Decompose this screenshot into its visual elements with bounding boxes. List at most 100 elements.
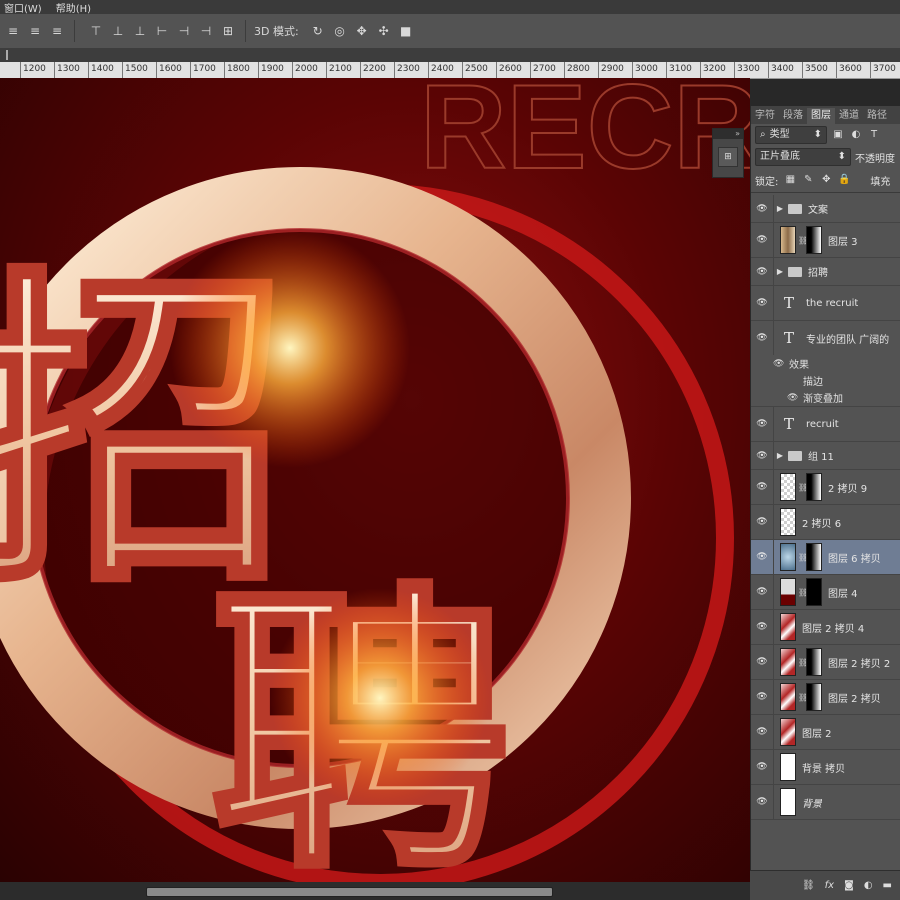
layer-filter-select[interactable]: ⌕ 类型 ⬍ <box>755 126 827 144</box>
eye-icon[interactable]: 👁 <box>751 286 774 320</box>
ruler-tick: 3100 <box>666 62 700 78</box>
lock-brush-icon[interactable]: ✎ <box>802 174 814 186</box>
eye-icon[interactable]: 👁 <box>751 470 774 504</box>
auto-align-icon[interactable]: ⊞ <box>219 22 237 40</box>
link-icon[interactable]: ⛓ <box>798 588 808 597</box>
layer-row[interactable]: 👁 图层 2 拷贝 4 <box>751 610 900 645</box>
tab-layers[interactable]: 图层 <box>807 108 835 124</box>
tab-character[interactable]: 字符 <box>751 108 779 124</box>
3d-orbit-icon[interactable]: ↻ <box>309 22 327 40</box>
eye-icon[interactable]: 👁 <box>751 645 774 679</box>
layer-mask-thumbnail[interactable] <box>806 473 822 501</box>
layer-row[interactable]: 👁 2 拷贝 6 <box>751 505 900 540</box>
layer-row[interactable]: 👁 ⛓ 图层 2 拷贝 <box>751 680 900 715</box>
tab-paths[interactable]: 路径 <box>863 108 891 124</box>
menu-help[interactable]: 帮助(H) <box>56 0 91 15</box>
layer-thumbnail <box>780 226 796 254</box>
eye-icon[interactable]: 👁 <box>751 575 774 609</box>
layer-row[interactable]: 👁 ⛓ 图层 4 <box>751 575 900 610</box>
expand-panels-icon[interactable]: » <box>713 129 743 139</box>
eye-icon[interactable]: 👁 <box>751 223 774 257</box>
link-icon[interactable]: ⛓ <box>798 553 808 562</box>
layer-mask-thumbnail[interactable] <box>806 578 822 606</box>
horizontal-scrollbar[interactable] <box>0 882 750 900</box>
eye-icon[interactable]: 👁 <box>751 442 774 469</box>
layer-row[interactable]: 👁 ⛓ 图层 2 拷贝 2 <box>751 645 900 680</box>
3d-scale-icon[interactable]: ■ <box>397 22 415 40</box>
filter-text-icon[interactable]: T <box>867 128 881 142</box>
document-canvas[interactable]: RECRUIT 招 聘 <box>0 78 750 882</box>
expand-arrow-icon[interactable]: ▶ <box>774 451 786 460</box>
layer-row[interactable]: 👁 ⛓ 2 拷贝 9 <box>751 470 900 505</box>
distribute-vcenter-icon[interactable]: ⊥ <box>109 22 127 40</box>
distribute-bottom-icon[interactable]: ⊥ <box>131 22 149 40</box>
layer-row-text[interactable]: 👁 T 专业的团队 广阔的 <box>751 321 900 355</box>
fx-icon[interactable]: fx <box>825 880 834 891</box>
layer-mask-thumbnail[interactable] <box>806 226 822 254</box>
adjustment-layer-icon[interactable]: ◐ <box>864 880 873 891</box>
layer-mask-thumbnail[interactable] <box>806 648 822 676</box>
effect-gradient-overlay[interactable]: 👁 渐变叠加 <box>751 389 900 407</box>
expand-arrow-icon[interactable]: ▶ <box>774 267 786 276</box>
tab-channels[interactable]: 通道 <box>835 108 863 124</box>
properties-panel-icon[interactable]: ⊞ <box>718 147 738 167</box>
link-layers-icon[interactable]: ⛓ <box>802 880 815 891</box>
eye-icon[interactable]: 👁 <box>751 195 774 222</box>
eye-icon[interactable]: 👁 <box>787 393 803 403</box>
layer-row[interactable]: 👁 ⛓ 图层 3 <box>751 223 900 258</box>
align-center-icon[interactable]: ≡ <box>26 22 44 40</box>
link-icon[interactable]: ⛓ <box>798 693 808 702</box>
distribute-left-icon[interactable]: ⊢ <box>153 22 171 40</box>
layer-group-zhaopin[interactable]: 👁 ▶ 招聘 <box>751 258 900 286</box>
eye-icon[interactable]: 👁 <box>751 750 774 784</box>
distribute-right-icon[interactable]: ⊣ <box>197 22 215 40</box>
eye-icon[interactable]: 👁 <box>751 258 774 285</box>
layer-row[interactable]: 👁 背景 拷贝 <box>751 750 900 785</box>
distribute-hcenter-icon[interactable]: ⊣ <box>175 22 193 40</box>
lock-move-icon[interactable]: ✥ <box>820 174 832 186</box>
filter-pixel-icon[interactable]: ▣ <box>831 128 845 142</box>
collapsed-panel-dock[interactable]: » ⊞ <box>712 128 744 178</box>
align-bottom-icon[interactable]: ≡ <box>48 22 66 40</box>
eye-icon[interactable]: 👁 <box>773 359 789 369</box>
3d-pan-icon[interactable]: ✥ <box>353 22 371 40</box>
layer-row-text[interactable]: 👁 T the recruit <box>751 286 900 321</box>
link-icon[interactable]: ⛓ <box>798 658 808 667</box>
link-icon[interactable]: ⛓ <box>798 236 808 245</box>
eye-icon[interactable]: 👁 <box>751 321 774 355</box>
eye-icon[interactable]: 👁 <box>751 505 774 539</box>
3d-roll-icon[interactable]: ◎ <box>331 22 349 40</box>
eye-icon[interactable]: 👁 <box>751 540 774 574</box>
layer-mask-thumbnail[interactable] <box>806 683 822 711</box>
link-icon[interactable]: ⛓ <box>798 483 808 492</box>
layer-mask-thumbnail[interactable] <box>806 543 822 571</box>
3d-slide-icon[interactable]: ✣ <box>375 22 393 40</box>
layer-row-background[interactable]: 👁 背景 <box>751 785 900 820</box>
lock-transparent-icon[interactable]: ▦ <box>784 174 796 186</box>
3d-mode-label: 3D 模式: <box>254 25 299 38</box>
distribute-top-icon[interactable]: ⊤ <box>87 22 105 40</box>
eye-icon[interactable]: 👁 <box>751 407 774 441</box>
tab-paragraph[interactable]: 段落 <box>779 108 807 124</box>
effect-stroke[interactable]: 描边 <box>751 372 900 389</box>
eye-icon[interactable]: 👁 <box>751 610 774 644</box>
add-mask-icon[interactable]: ◙ <box>844 880 854 891</box>
scroll-thumb[interactable] <box>146 887 553 897</box>
effects-header[interactable]: 👁 效果 <box>751 355 900 372</box>
eye-icon[interactable]: 👁 <box>751 785 774 819</box>
new-group-icon[interactable]: ▬ <box>883 880 892 891</box>
menu-window[interactable]: 窗口(W) <box>4 0 42 15</box>
layer-group-11[interactable]: 👁 ▶ 组 11 <box>751 442 900 470</box>
layer-row-text[interactable]: 👁 T recruit <box>751 407 900 442</box>
layer-group-wenan[interactable]: 👁 ▶ 文案 <box>751 195 900 223</box>
layer-row[interactable]: 👁 图层 2 <box>751 715 900 750</box>
expand-arrow-icon[interactable]: ▶ <box>774 204 786 213</box>
eye-icon[interactable]: 👁 <box>751 715 774 749</box>
layer-thumbnail <box>780 508 796 536</box>
lock-icon[interactable]: 🔒 <box>838 174 850 186</box>
filter-adjustment-icon[interactable]: ◐ <box>849 128 863 142</box>
align-left-icon[interactable]: ≡ <box>4 22 22 40</box>
eye-icon[interactable]: 👁 <box>751 680 774 714</box>
blend-mode-select[interactable]: 正片叠底 ⬍ <box>755 148 851 166</box>
layer-row-selected[interactable]: 👁 ⛓ 图层 6 拷贝 <box>751 540 900 575</box>
